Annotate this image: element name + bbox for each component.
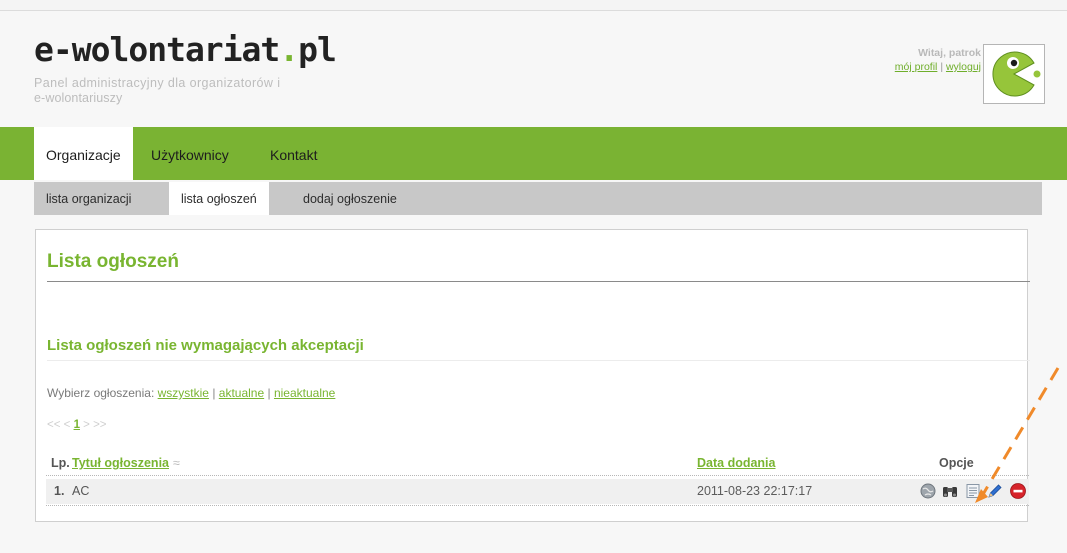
col-date-header: Data dodania [697, 456, 776, 470]
binoculars-icon[interactable] [941, 482, 959, 500]
row-lp: 1. [54, 484, 65, 498]
sub-nav-lista-ogloszen[interactable]: lista ogłoszeń [169, 182, 269, 215]
sort-arrows-icon[interactable]: ≈ [173, 456, 180, 470]
pencil-icon[interactable] [986, 482, 1004, 500]
site-logo[interactable]: e-wolontariat.pl [34, 30, 337, 69]
row-title: AC [72, 484, 90, 498]
avatar[interactable] [983, 44, 1045, 104]
header-divider [46, 475, 1029, 477]
sort-by-date-link[interactable]: Data dodania [697, 456, 776, 470]
globe-icon[interactable] [919, 482, 937, 500]
greeting: Witaj, patrok [918, 47, 981, 59]
main-nav-organizacje[interactable]: Organizacje [34, 127, 133, 180]
row-divider [46, 505, 1029, 507]
tagline-line2: e-wolontariuszy [34, 91, 123, 105]
logo-main: e-wolontariat [34, 30, 280, 69]
logo-tld: pl [298, 30, 337, 69]
table-header: Lp. Tytuł ogłoszenia ≈ Data dodania Opcje [46, 456, 1029, 476]
site-tagline: Panel administracyjny dla organizatorów … [34, 76, 354, 106]
sub-nav: lista organizacji lista ogłoszeń dodaj o… [34, 182, 1042, 215]
delete-icon[interactable] [1009, 482, 1027, 500]
row-actions [919, 482, 1028, 500]
col-lp-header: Lp. [51, 456, 70, 470]
sub-nav-lista-organizacji[interactable]: lista organizacji [34, 182, 143, 215]
row-date: 2011-08-23 22:17:17 [697, 484, 813, 498]
sort-by-title-link[interactable]: Tytuł ogłoszenia [72, 456, 169, 470]
profile-link[interactable]: mój profil [895, 61, 938, 73]
tagline-line1: Panel administracyjny dla organizatorów … [34, 76, 281, 90]
table-region: Lp. Tytuł ogłoszenia ≈ Data dodania Opcje… [35, 229, 1029, 522]
sub-nav-dodaj-ogloszenie[interactable]: dodaj ogłoszenie [291, 182, 409, 215]
col-title-header: Tytuł ogłoszenia ≈ [72, 456, 180, 470]
col-options-header: Opcje [939, 456, 974, 470]
main-nav-uzytkownicy[interactable]: Użytkownicy [139, 127, 241, 180]
logo-dot: . [279, 30, 299, 69]
table-row[interactable]: 1. AC 2011-08-23 22:17:17 [46, 479, 1029, 504]
document-icon[interactable] [964, 482, 982, 500]
link-separator: | [940, 61, 944, 73]
main-nav-kontakt[interactable]: Kontakt [258, 127, 329, 180]
pacman-avatar-icon [992, 51, 1041, 97]
main-nav: Organizacje Użytkownicy Kontakt [0, 127, 1067, 180]
user-box: Witaj, patrok mój profil | wyloguj [895, 46, 981, 74]
logout-link[interactable]: wyloguj [946, 61, 981, 73]
